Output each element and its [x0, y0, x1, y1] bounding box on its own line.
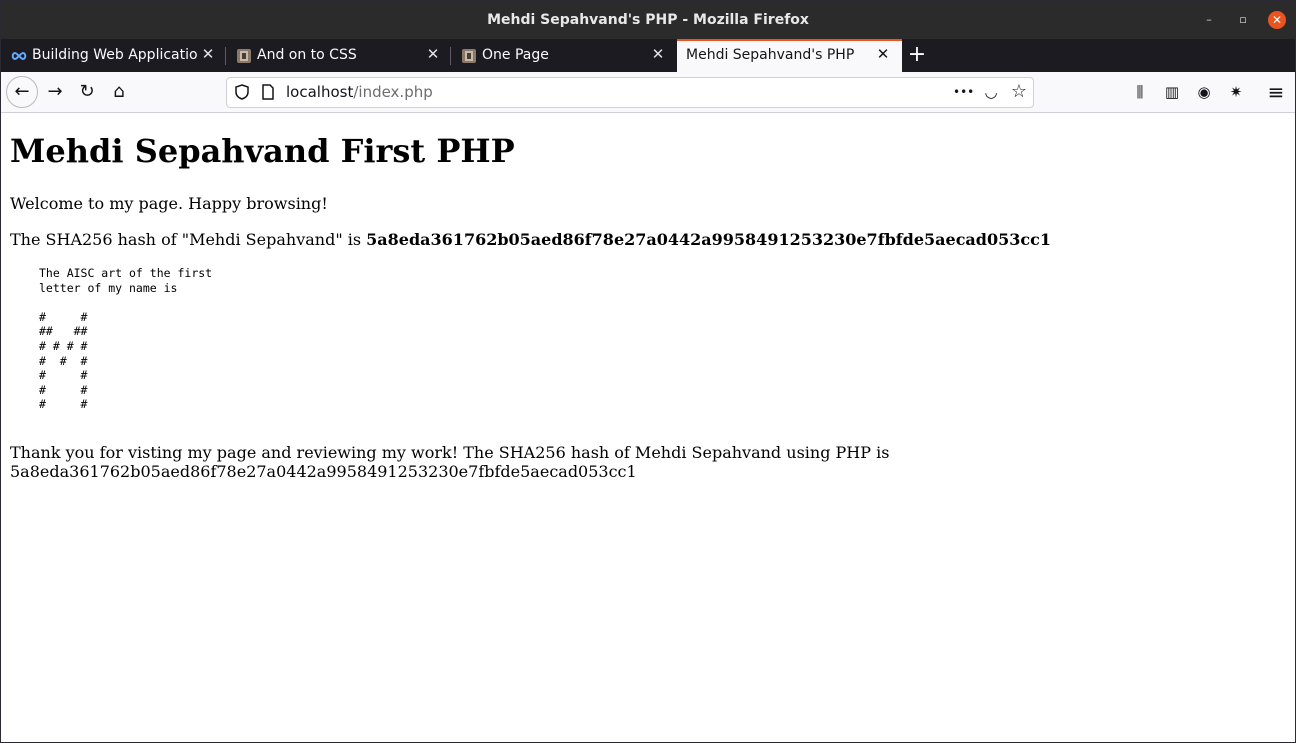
navigation-toolbar: ← → ↻ ⌂ localhost/index.php ••• ◡ ☆ ⫼ ▥ … [1, 72, 1295, 113]
hash-line: The SHA256 hash of "Mehdi Sepahvand" is … [10, 230, 1051, 249]
maximize-button[interactable]: ▫ [1234, 11, 1252, 29]
tab-label: One Page [482, 47, 549, 63]
menu-icon[interactable]: ≡ [1265, 81, 1287, 103]
sidebar-icon[interactable]: ▥ [1161, 81, 1183, 103]
url-path: /index.php [353, 83, 433, 101]
tab-strip: Building Web Application ✕ And on to CSS… [1, 39, 1295, 72]
favicon-icon [462, 49, 476, 63]
url-host: localhost [286, 83, 354, 101]
tab-label: And on to CSS [257, 47, 357, 63]
forward-button[interactable]: → [41, 78, 69, 106]
favicon-icon [237, 49, 251, 63]
hash-value: 5a8eda361762b05aed86f78e27a0442a99584912… [366, 230, 1051, 249]
new-tab-button[interactable]: + [906, 44, 928, 67]
tab-label: Building Web Application [32, 47, 197, 63]
tab-building-web-applications[interactable]: Building Web Application ✕ [1, 39, 226, 72]
extension-icon[interactable]: ✷ [1225, 81, 1247, 103]
window-title: Mehdi Sepahvand's PHP - Mozilla Firefox [487, 12, 809, 28]
tab-label: Mehdi Sepahvand's PHP [686, 47, 855, 63]
tab-and-on-to-css[interactable]: And on to CSS ✕ [226, 39, 451, 72]
account-icon[interactable]: ◉ [1193, 81, 1215, 103]
active-tab-indicator [677, 39, 902, 41]
reload-button[interactable]: ↻ [73, 78, 101, 106]
ascii-art: The AISC art of the first letter of my n… [39, 266, 213, 412]
title-bar: Mehdi Sepahvand's PHP - Mozilla Firefox … [1, 1, 1295, 39]
url-bar[interactable]: localhost/index.php ••• ◡ ☆ [226, 77, 1034, 108]
page-heading: Mehdi Sepahvand First PHP [10, 132, 515, 170]
thanks-text: Thank you for visting my page and review… [10, 443, 890, 481]
minimize-button[interactable]: – [1200, 11, 1218, 29]
close-window-button[interactable]: ✕ [1268, 11, 1286, 29]
browser-window: Mehdi Sepahvand's PHP - Mozilla Firefox … [0, 0, 1296, 743]
home-button[interactable]: ⌂ [105, 78, 133, 106]
pocket-icon[interactable]: ◡ [981, 82, 1001, 102]
close-tab-icon[interactable]: ✕ [425, 46, 441, 62]
close-tab-icon[interactable]: ✕ [200, 46, 216, 62]
shield-icon[interactable] [235, 84, 249, 100]
page-info-icon[interactable] [261, 84, 275, 100]
more-actions-icon[interactable]: ••• [953, 82, 974, 102]
tab-mehdi-sepahvands-php[interactable]: Mehdi Sepahvand's PHP ✕ [677, 39, 902, 72]
hash-prefix: The SHA256 hash of "Mehdi Sepahvand" is [10, 230, 367, 249]
infinity-icon [11, 51, 27, 61]
bookmark-star-icon[interactable]: ☆ [1009, 82, 1029, 102]
url-text[interactable]: localhost/index.php [286, 83, 433, 101]
tab-one-page[interactable]: One Page ✕ [451, 39, 677, 72]
page-content: Mehdi Sepahvand First PHP Welcome to my … [1, 113, 1295, 742]
close-tab-icon[interactable]: ✕ [650, 46, 666, 62]
close-tab-icon[interactable]: ✕ [875, 46, 891, 62]
library-icon[interactable]: ⫼ [1129, 81, 1151, 103]
welcome-text: Welcome to my page. Happy browsing! [10, 194, 328, 213]
back-button[interactable]: ← [6, 76, 38, 108]
